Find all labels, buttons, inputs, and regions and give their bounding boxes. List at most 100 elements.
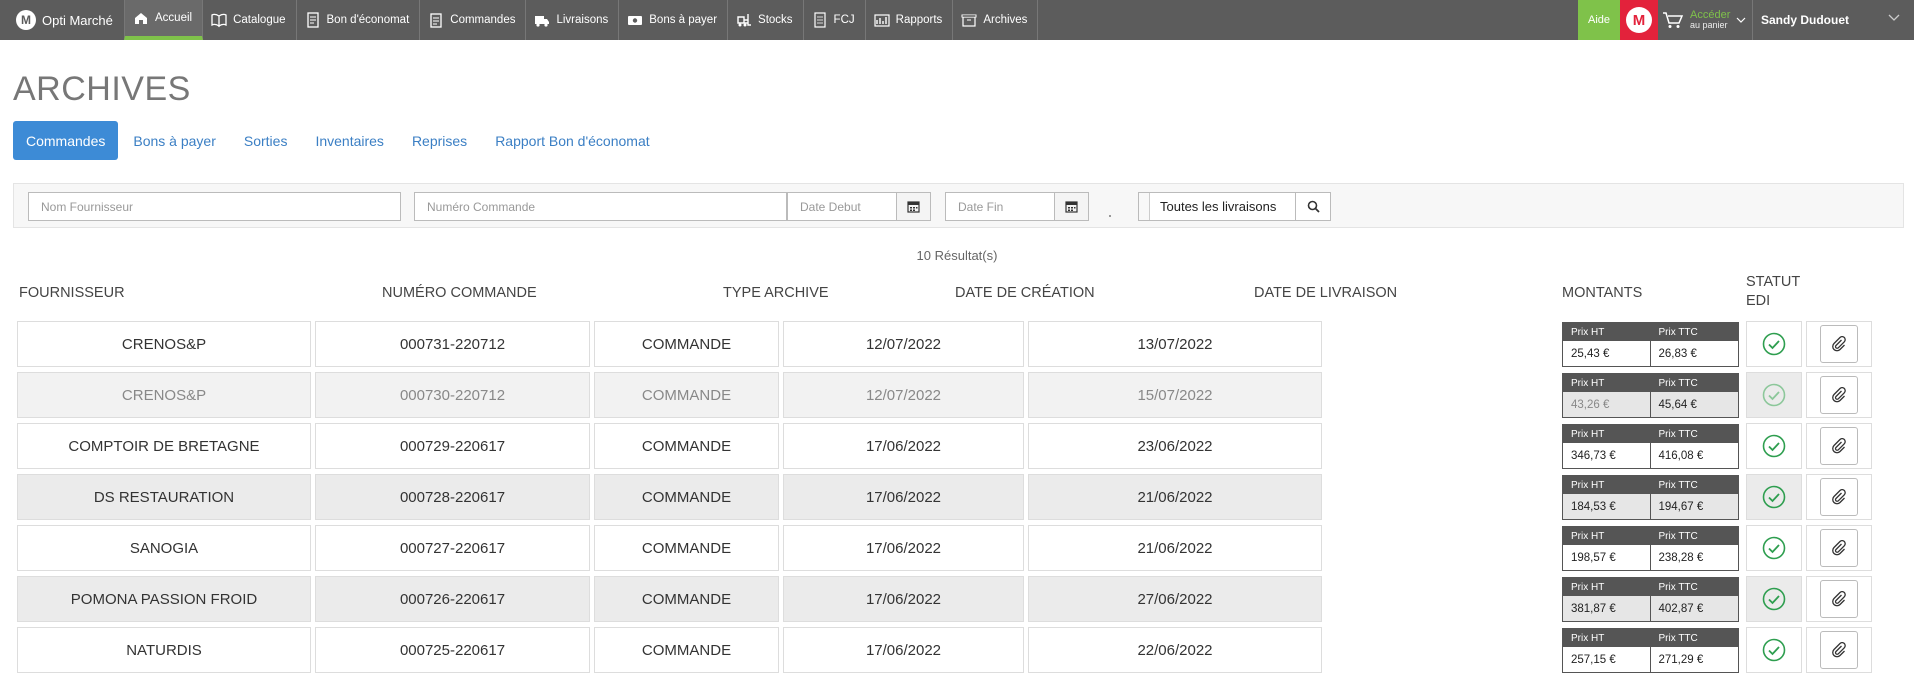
search-button[interactable] xyxy=(1295,192,1331,221)
table-row[interactable]: CRENOS&P 000731-220712 COMMANDE 12/07/2022 1… xyxy=(17,321,1872,367)
table-row[interactable]: NATURDIS 000725-220617 COMMANDE 17/06/2022 2… xyxy=(17,627,1872,673)
delivery-filter-select[interactable]: Toutes les livraisons xyxy=(1138,192,1299,221)
header-archive-type: Type Archive xyxy=(723,285,829,301)
nav-item-commandes[interactable]: Commandes xyxy=(420,0,527,40)
paperclip-icon xyxy=(1832,642,1846,658)
start-date-calendar-button[interactable] xyxy=(896,192,931,221)
price-ttc-label: Prix TTC xyxy=(1658,632,1698,644)
app-logo[interactable]: M Opti Marché xyxy=(16,0,113,40)
nav-item-label: Bons à payer xyxy=(649,14,718,26)
cell-order-number: 000725-220617 xyxy=(315,627,590,673)
price-ttc-value: 402,87 € xyxy=(1658,602,1704,615)
price-ttc-label: Prix TTC xyxy=(1658,326,1698,338)
tab-inventaires[interactable]: Inventaires xyxy=(302,121,396,160)
cell-order-number: 000730-220712 xyxy=(315,372,590,418)
tab-sorties[interactable]: Sorties xyxy=(231,121,301,160)
nav-item-archives[interactable]: Archives xyxy=(953,0,1039,40)
attachment-button[interactable] xyxy=(1820,631,1858,669)
price-ht-label: Prix HT xyxy=(1571,428,1605,440)
brand-button[interactable]: M xyxy=(1620,0,1658,40)
price-box: Prix HT Prix TTC 43,26 € 45,64 € xyxy=(1562,373,1739,418)
cart-sublabel: au panier xyxy=(1690,20,1728,30)
user-name: Sandy Dudouet xyxy=(1761,13,1850,27)
attachment-button[interactable] xyxy=(1820,529,1858,567)
cell-delivery-date: 21/06/2022 xyxy=(1028,474,1322,520)
paperclip-icon xyxy=(1832,540,1846,556)
attachment-button[interactable] xyxy=(1820,325,1858,363)
separator-dot xyxy=(1109,215,1111,217)
tab-rapport-bon-d-conomat[interactable]: Rapport Bon d'économat xyxy=(482,121,662,160)
price-box: Prix HT Prix TTC 184,53 € 194,67 € xyxy=(1562,475,1739,520)
search-icon xyxy=(1307,200,1320,213)
price-ht-value: 346,73 € xyxy=(1563,443,1651,468)
check-circle-icon xyxy=(1762,638,1786,662)
top-navbar: M Opti Marché Accueil Catalogue Bon d'écon… xyxy=(0,0,1914,40)
price-ht-value: 184,53 € xyxy=(1563,494,1651,519)
nav-item-catalogue[interactable]: Catalogue xyxy=(203,0,297,40)
table-row[interactable]: SANOGIA 000727-220617 COMMANDE 17/06/2022 21… xyxy=(17,525,1872,571)
tab-reprises[interactable]: Reprises xyxy=(399,121,480,160)
nav-item-rapports[interactable]: Rapports xyxy=(866,0,954,40)
edi-status xyxy=(1746,576,1802,622)
nav-item-bons-payer[interactable]: Bons à payer xyxy=(619,0,729,40)
cell-creation-date: 17/06/2022 xyxy=(783,474,1024,520)
attachment-cell xyxy=(1806,525,1872,571)
table-row[interactable]: POMONA PASSION FROID 000726-220617 COMMAND… xyxy=(17,576,1872,622)
price-ht-value: 25,43 € xyxy=(1563,341,1651,366)
table-row[interactable]: DS RESTAURATION 000728-220617 COMMANDE 17/0… xyxy=(17,474,1872,520)
edi-status xyxy=(1746,474,1802,520)
cell-order-number: 000728-220617 xyxy=(315,474,590,520)
price-box: Prix HT Prix TTC 381,87 € 402,87 € xyxy=(1562,577,1739,622)
cell-supplier: SANOGIA xyxy=(17,525,311,571)
price-ttc-label: Prix TTC xyxy=(1658,428,1698,440)
nav-menu: Accueil Catalogue Bon d'économat Commandes L… xyxy=(124,0,1039,40)
cell-supplier: CRENOS&P xyxy=(17,321,311,367)
nav-item-bon-d-conomat[interactable]: Bon d'économat xyxy=(297,0,421,40)
price-box: Prix HT Prix TTC 25,43 € 26,83 € xyxy=(1562,322,1739,367)
price-ht-label: Prix HT xyxy=(1571,326,1605,338)
cell-order-number: 000729-220617 xyxy=(315,423,590,469)
attachment-button[interactable] xyxy=(1820,376,1858,414)
cell-order-number: 000731-220712 xyxy=(315,321,590,367)
end-date-calendar-button[interactable] xyxy=(1054,192,1089,221)
paperclip-icon xyxy=(1832,591,1846,607)
nav-item-accueil[interactable]: Accueil xyxy=(124,0,204,40)
nav-item-stocks[interactable]: Stocks xyxy=(728,0,804,40)
nav-item-fcj[interactable]: FCJ xyxy=(804,0,866,40)
archive-icon xyxy=(961,14,977,27)
nav-item-label: Rapports xyxy=(895,14,943,26)
attachment-button[interactable] xyxy=(1820,478,1858,516)
cell-archive-type: COMMANDE xyxy=(594,474,779,520)
price-ttc-label: Prix TTC xyxy=(1658,377,1698,389)
check-circle-icon xyxy=(1762,383,1786,407)
cell-supplier: NATURDIS xyxy=(17,627,311,673)
attachment-cell xyxy=(1806,423,1872,469)
check-circle-icon xyxy=(1762,536,1786,560)
price-ht-label: Prix HT xyxy=(1571,377,1605,389)
table-row[interactable]: COMPTOIR DE BRETAGNE 000729-220617 COMMAND… xyxy=(17,423,1872,469)
order-number-input[interactable] xyxy=(414,192,787,221)
cell-supplier: POMONA PASSION FROID xyxy=(17,576,311,622)
nav-item-livraisons[interactable]: Livraisons xyxy=(526,0,620,40)
start-date-input[interactable] xyxy=(787,192,897,221)
cell-delivery-date: 27/06/2022 xyxy=(1028,576,1322,622)
user-menu[interactable]: Sandy Dudouet xyxy=(1752,0,1914,40)
help-button[interactable]: Aide xyxy=(1578,0,1620,40)
attachment-cell xyxy=(1806,627,1872,673)
tab-bons-payer[interactable]: Bons à payer xyxy=(120,121,229,160)
cell-creation-date: 17/06/2022 xyxy=(783,627,1024,673)
end-date-input[interactable] xyxy=(945,192,1055,221)
price-ht-value: 43,26 € xyxy=(1563,392,1651,417)
attachment-button[interactable] xyxy=(1820,580,1858,618)
supplier-name-input[interactable] xyxy=(28,192,401,221)
attachment-button[interactable] xyxy=(1820,427,1858,465)
price-ttc-label: Prix TTC xyxy=(1658,479,1698,491)
table-row[interactable]: CRENOS&P 000730-220712 COMMANDE 12/07/2022 1… xyxy=(17,372,1872,418)
tab-commandes[interactable]: Commandes xyxy=(13,121,119,160)
cell-order-number: 000727-220617 xyxy=(315,525,590,571)
price-ht-label: Prix HT xyxy=(1571,479,1605,491)
cash-icon xyxy=(628,16,643,25)
price-box: Prix HT Prix TTC 346,73 € 416,08 € xyxy=(1562,424,1739,469)
cart-icon xyxy=(1663,12,1684,28)
cart-button[interactable]: Accéder au panier xyxy=(1662,0,1752,40)
